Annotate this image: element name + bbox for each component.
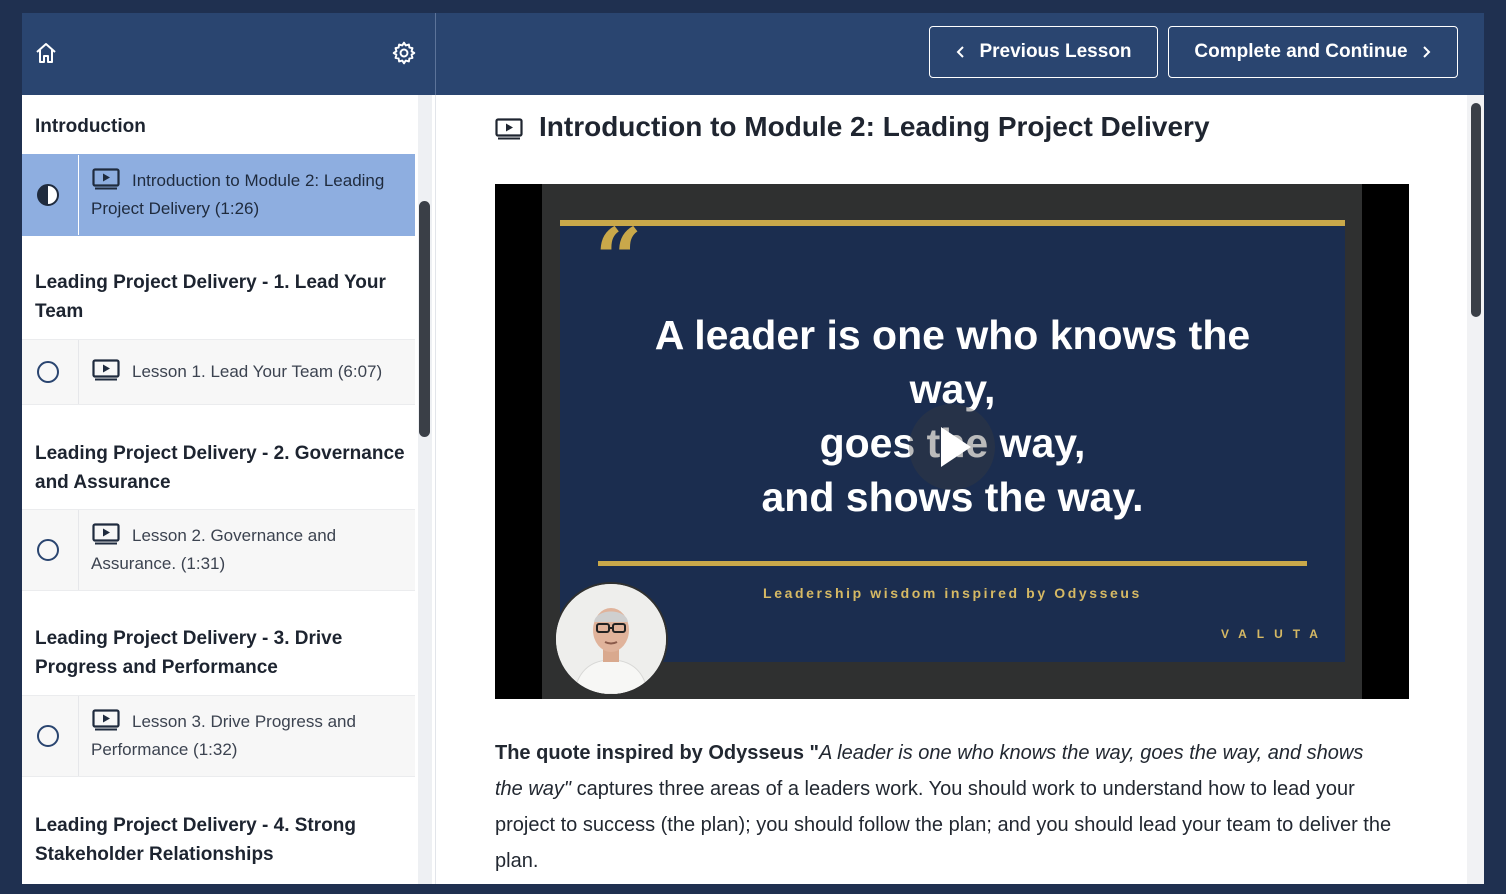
lesson-text: Introduction to Module 2: Leading Projec… <box>91 167 406 223</box>
course-sidebar: Introduction Introduction to Module 2: L… <box>22 95 436 884</box>
home-icon[interactable] <box>34 41 58 65</box>
lesson-status-cell <box>22 696 79 776</box>
slide-brand: VALUTA <box>1221 627 1328 641</box>
lesson-status-cell <box>22 510 79 590</box>
sidebar-lesson-item[interactable]: Lesson 2. Governance and Assurance. (1:3… <box>22 509 415 591</box>
slide-top-rule <box>560 220 1345 226</box>
lesson-label: Lesson 1. Lead Your Team (6:07) <box>132 362 383 381</box>
sidebar-scrollbar-thumb[interactable] <box>419 201 430 437</box>
top-bar: Previous Lesson Complete and Continue <box>22 13 1484 95</box>
video-lesson-icon <box>92 523 120 545</box>
slide-bottom-rule <box>598 561 1307 566</box>
chevron-left-icon <box>957 46 965 58</box>
lesson-text: Lesson 3. Drive Progress and Performance… <box>91 708 406 764</box>
empty-circle-status-icon <box>37 725 59 747</box>
lesson-status-cell <box>22 340 79 404</box>
play-icon[interactable] <box>907 402 997 492</box>
lesson-status-cell <box>22 155 79 235</box>
complete-and-continue-button[interactable]: Complete and Continue <box>1168 26 1458 78</box>
content-scrollbar-thumb[interactable] <box>1471 103 1481 317</box>
video-lesson-icon <box>495 118 523 140</box>
course-player-window: Previous Lesson Complete and Continue In… <box>22 13 1484 884</box>
sidebar-lesson-item[interactable]: Lesson 3. Drive Progress and Performance… <box>22 695 415 777</box>
description-lead: The quote inspired by Odysseus " <box>495 742 819 764</box>
lesson-content: Introduction to Module 2: Leading Projec… <box>436 95 1484 884</box>
description-body: captures three areas of a leaders work. … <box>495 778 1392 872</box>
gear-icon[interactable] <box>391 40 417 66</box>
presenter-image <box>556 584 666 694</box>
presenter-avatar <box>554 582 668 696</box>
section-title: Leading Project Delivery - 3. Drive Prog… <box>35 628 343 678</box>
sidebar-lesson-item[interactable]: Introduction to Module 2: Leading Projec… <box>22 154 415 236</box>
video-lesson-icon <box>92 359 120 381</box>
lesson-label: Lesson 3. Drive Progress and Performance… <box>91 712 356 759</box>
empty-circle-status-icon <box>37 361 59 383</box>
lesson-text: Lesson 2. Governance and Assurance. (1:3… <box>91 522 406 578</box>
sidebar-lesson-item[interactable]: Lesson 1. Lead Your Team (6:07) <box>22 339 415 405</box>
half-circle-progress-icon <box>37 184 59 206</box>
quote-mark: “ <box>595 211 643 307</box>
lesson-description: The quote inspired by Odysseus "A leader… <box>495 735 1395 879</box>
chevron-right-icon <box>1422 46 1431 58</box>
sidebar-header <box>22 13 436 95</box>
section-title: Leading Project Delivery - 2. Governance… <box>35 443 405 493</box>
complete-and-continue-label: Complete and Continue <box>1194 41 1408 62</box>
lesson-label: Introduction to Module 2: Leading Projec… <box>91 171 385 218</box>
slide-subtitle: Leadership wisdom inspired by Odysseus <box>763 585 1142 601</box>
previous-lesson-button[interactable]: Previous Lesson <box>929 26 1158 78</box>
previous-lesson-label: Previous Lesson <box>979 41 1132 62</box>
lesson-title: Introduction to Module 2: Leading Projec… <box>539 111 1210 142</box>
video-player[interactable]: “ A leader is one who knows the way, goe… <box>495 184 1409 699</box>
lesson-label: Lesson 2. Governance and Assurance. (1:3… <box>91 526 337 573</box>
video-lesson-icon <box>92 168 120 190</box>
lesson-text: Lesson 1. Lead Your Team (6:07) <box>91 358 406 386</box>
video-lesson-icon <box>92 709 120 731</box>
quote-line: A leader is one who knows the <box>654 312 1251 358</box>
section-title: Introduction <box>35 116 146 137</box>
empty-circle-status-icon <box>37 539 59 561</box>
section-title: Leading Project Delivery - 4. Strong Sta… <box>35 815 356 865</box>
section-title: Leading Project Delivery - 1. Lead Your … <box>35 272 386 322</box>
